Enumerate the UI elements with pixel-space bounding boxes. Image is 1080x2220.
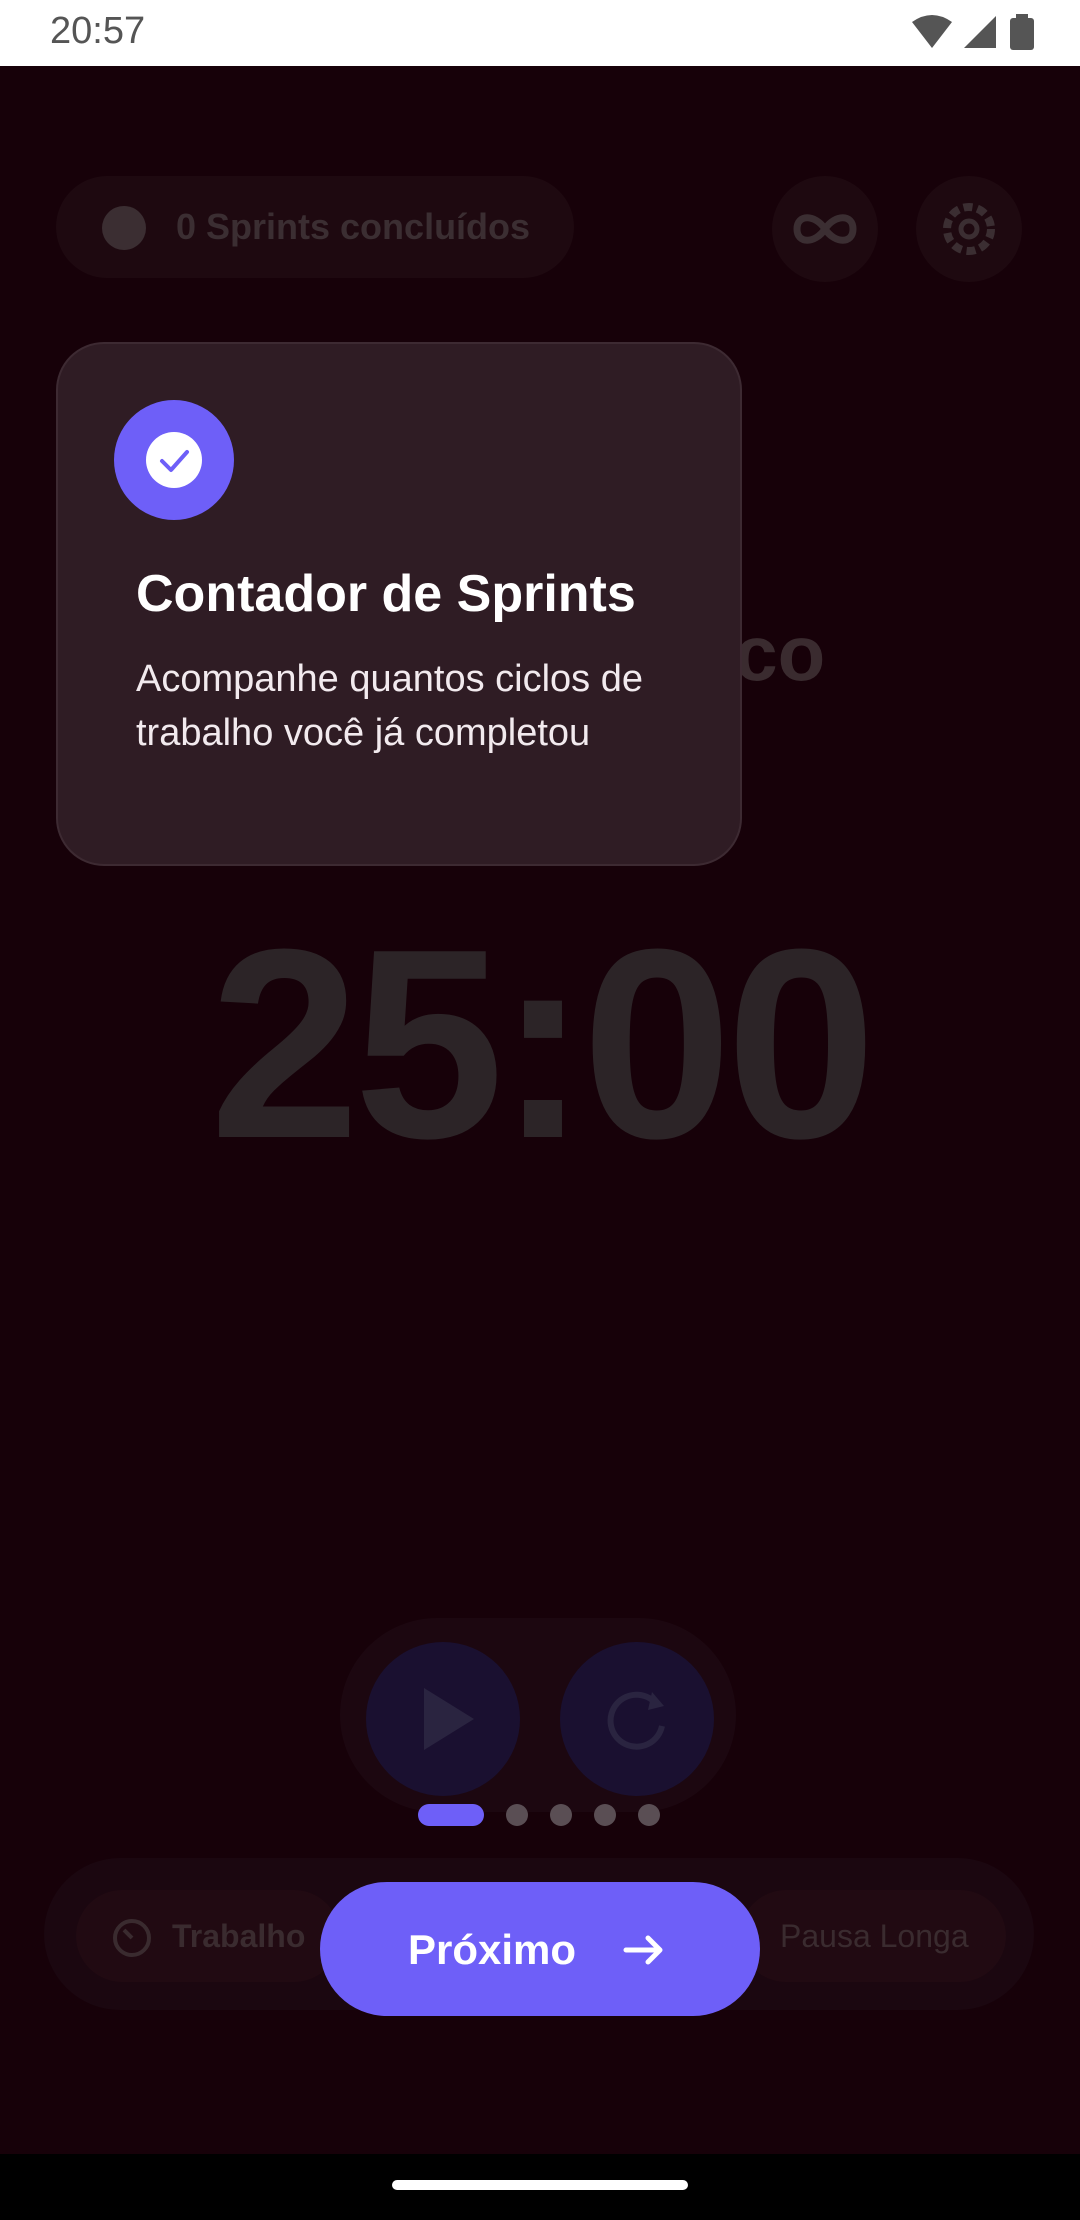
- home-gesture-handle[interactable]: [392, 2180, 688, 2190]
- check-circle-icon: [102, 206, 146, 250]
- status-icons: [910, 14, 1040, 54]
- step-dot-4: [594, 1804, 616, 1826]
- step-dot-2: [506, 1804, 528, 1826]
- next-button[interactable]: Próximo: [320, 1882, 760, 2016]
- sprint-counter-label: 0 Sprints concluídos: [176, 206, 531, 247]
- mode-work-label: Trabalho: [172, 1918, 306, 1954]
- step-dot-5: [638, 1804, 660, 1826]
- timer-display: 25:00: [209, 894, 877, 1195]
- gear-icon: [943, 203, 995, 255]
- tooltip-icon-badge: [114, 400, 234, 520]
- play-button[interactable]: [366, 1642, 520, 1796]
- battery-icon: [1010, 14, 1034, 50]
- timer-icon: [113, 1919, 151, 1957]
- step-dot-3: [550, 1804, 572, 1826]
- mode-work-chip[interactable]: Trabalho: [76, 1890, 340, 1982]
- mode-long-break-chip[interactable]: Pausa Longa: [740, 1890, 1006, 1982]
- next-button-label: Próximo: [408, 1926, 577, 1973]
- status-time: 20:57: [50, 10, 146, 52]
- play-icon: [424, 1688, 474, 1750]
- settings-button[interactable]: [916, 176, 1022, 282]
- tooltip-card: Contador de Sprints Acompanhe quantos ci…: [56, 342, 742, 866]
- check-icon: [146, 432, 202, 488]
- tooltip-description: Acompanhe quantos ciclos de trabalho voc…: [136, 658, 643, 754]
- arrow-right-icon: [623, 1935, 663, 1965]
- step-dot-1: [418, 1804, 484, 1826]
- infinity-icon: [793, 214, 857, 244]
- refresh-icon: [607, 1691, 665, 1750]
- status-bar: 20:57: [0, 0, 1080, 66]
- infinity-button[interactable]: [772, 176, 878, 282]
- step-indicator: [0, 1800, 1080, 1828]
- tooltip-title: Contador de Sprints: [136, 565, 636, 623]
- reset-button[interactable]: [560, 1642, 714, 1796]
- sprint-counter-pill[interactable]: 0 Sprints concluídos: [56, 176, 574, 278]
- mode-long-break-label: Pausa Longa: [780, 1918, 969, 1954]
- wifi-icon: [912, 15, 952, 48]
- signal-icon: [964, 16, 996, 48]
